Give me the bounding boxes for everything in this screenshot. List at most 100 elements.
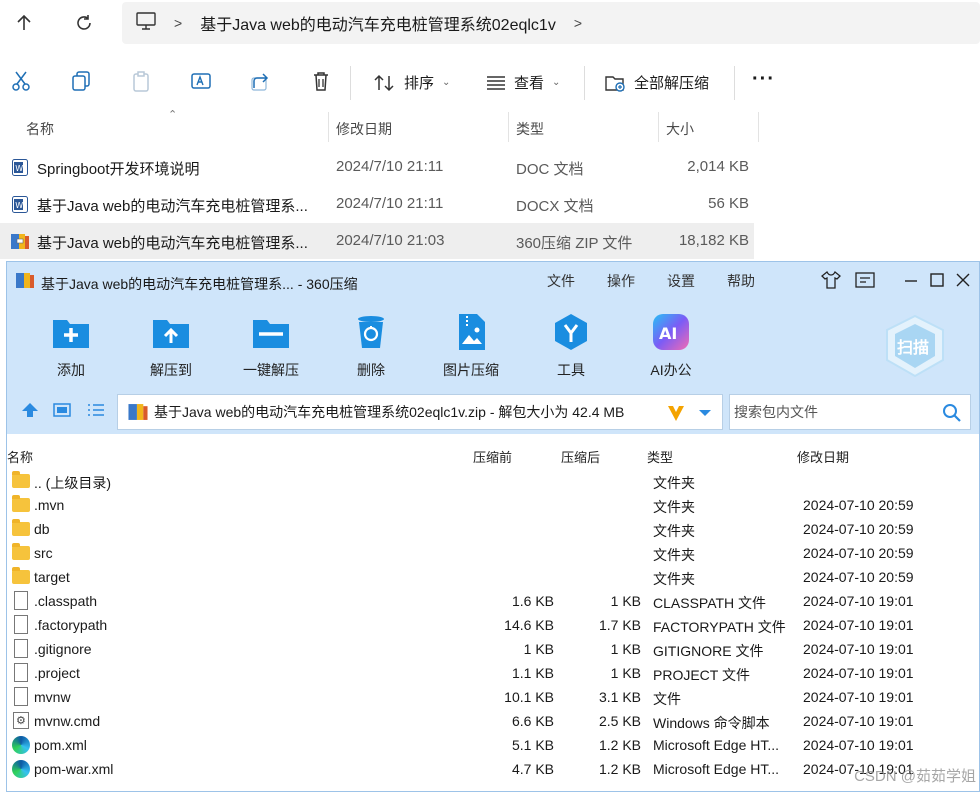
close-icon[interactable] bbox=[951, 268, 975, 292]
file-modified: 2024/7/10 21:11 bbox=[336, 158, 444, 175]
maximize-icon[interactable] bbox=[925, 268, 949, 292]
copy-icon[interactable] bbox=[68, 68, 94, 94]
divider bbox=[350, 66, 351, 100]
delete-icon bbox=[351, 312, 391, 352]
list-item[interactable]: .factorypath 14.6 KB 1.7 KB FACTORYPATH … bbox=[7, 613, 979, 637]
search-input[interactable]: 搜索包内文件 bbox=[729, 394, 971, 430]
folder-icon bbox=[12, 543, 30, 560]
column-divider[interactable] bbox=[328, 112, 329, 142]
ai-office-button[interactable]: AI AI办公 bbox=[631, 312, 711, 380]
entry-name: .classpath bbox=[34, 593, 98, 609]
entry-size-before: 1 KB bbox=[523, 641, 554, 657]
paste-icon[interactable] bbox=[128, 68, 154, 94]
column-divider[interactable] bbox=[658, 112, 659, 142]
column-name[interactable]: 名称 bbox=[7, 447, 33, 466]
entry-size-after: 1.2 KB bbox=[598, 737, 641, 753]
archiver-window: 基于Java web的电动汽车充电桩管理系... - 360压缩 文件 操作 设… bbox=[6, 261, 980, 792]
file-row[interactable]: 基于Java web的电动汽车充电桩管理系... 2024/7/10 21:03… bbox=[0, 223, 754, 259]
v-logo-icon[interactable] bbox=[666, 403, 686, 423]
entry-name: mvnw bbox=[34, 689, 71, 705]
list-item[interactable]: .mvn 文件夹 2024-07-10 20:59 bbox=[7, 493, 979, 517]
refresh-icon[interactable] bbox=[62, 1, 106, 45]
list-item[interactable]: .gitignore 1 KB 1 KB GITIGNORE 文件 2024-0… bbox=[7, 637, 979, 661]
list-item[interactable]: src 文件夹 2024-07-10 20:59 bbox=[7, 541, 979, 565]
cut-icon[interactable] bbox=[8, 68, 34, 94]
chevron-right-icon[interactable]: > bbox=[574, 15, 582, 31]
breadcrumb[interactable]: > 基于Java web的电动汽车充电桩管理系统02eqlc1v > bbox=[122, 2, 980, 44]
menu-file[interactable]: 文件 bbox=[547, 271, 575, 291]
column-size[interactable]: 大小 bbox=[666, 119, 694, 139]
scan-label: 扫描 bbox=[897, 340, 930, 357]
image-compress-button[interactable]: 图片压缩 bbox=[431, 312, 511, 380]
list-item[interactable]: mvnw 10.1 KB 3.1 KB 文件 2024-07-10 19:01 bbox=[7, 685, 979, 709]
archive-path-text: 基于Java web的电动汽车充电桩管理系统02eqlc1v.zip - 解包大… bbox=[154, 404, 625, 420]
archive-path-field[interactable]: 基于Java web的电动汽车充电桩管理系统02eqlc1v.zip - 解包大… bbox=[117, 394, 723, 430]
folder-icon bbox=[12, 567, 30, 584]
entry-size-before: 10.1 KB bbox=[504, 689, 554, 705]
entry-name: mvnw.cmd bbox=[34, 713, 101, 729]
list-item[interactable]: .. (上级目录) 文件夹 bbox=[7, 469, 979, 493]
menu-operate[interactable]: 操作 bbox=[607, 271, 635, 291]
more-button[interactable]: ··· bbox=[752, 68, 775, 91]
list-item[interactable]: target 文件夹 2024-07-10 20:59 bbox=[7, 565, 979, 589]
search-icon[interactable] bbox=[942, 403, 962, 423]
entry-type: 文件夹 bbox=[653, 475, 695, 491]
up-arrow-icon[interactable] bbox=[21, 402, 39, 421]
list-item[interactable]: .project 1.1 KB 1 KB PROJECT 文件 2024-07-… bbox=[7, 661, 979, 685]
column-modified[interactable]: 修改日期 bbox=[336, 119, 392, 139]
zip-archive-icon bbox=[128, 404, 148, 420]
one-click-extract-button[interactable]: 一键解压 bbox=[231, 312, 311, 380]
delete-button[interactable]: 删除 bbox=[331, 312, 411, 380]
file-type: DOC 文档 bbox=[516, 161, 584, 178]
scan-button[interactable]: 扫描 bbox=[883, 314, 947, 378]
ai-office-label: AI办公 bbox=[650, 362, 692, 378]
minimize-icon[interactable] bbox=[899, 268, 923, 292]
add-button[interactable]: 添加 bbox=[31, 312, 111, 380]
list-item[interactable]: pom-war.xml 4.7 KB 1.2 KB Microsoft Edge… bbox=[7, 757, 979, 781]
entry-size-after: 1.7 KB bbox=[598, 617, 641, 633]
list-item[interactable]: mvnw.cmd 6.6 KB 2.5 KB Windows 命令脚本 2024… bbox=[7, 709, 979, 733]
file-icon bbox=[14, 591, 28, 610]
chevron-down-icon[interactable] bbox=[698, 409, 712, 417]
column-type[interactable]: 类型 bbox=[516, 119, 544, 139]
extract-to-button[interactable]: 解压到 bbox=[131, 312, 211, 380]
skin-icon[interactable] bbox=[819, 268, 843, 292]
column-before[interactable]: 压缩前 bbox=[473, 447, 512, 466]
word-doc-icon: W bbox=[12, 159, 28, 176]
entry-modified: 2024-07-10 19:01 bbox=[803, 713, 914, 729]
computer-icon[interactable] bbox=[136, 11, 156, 35]
feedback-icon[interactable] bbox=[853, 268, 877, 292]
sort-button[interactable]: 排序 ⌄ bbox=[374, 72, 450, 93]
entry-type: 文件夹 bbox=[653, 547, 695, 563]
entry-name: target bbox=[34, 569, 70, 585]
file-row[interactable]: W 基于Java web的电动汽车充电桩管理系... 2024/7/10 21:… bbox=[0, 186, 754, 222]
column-type[interactable]: 类型 bbox=[647, 447, 673, 466]
share-icon[interactable] bbox=[248, 68, 274, 94]
tools-button[interactable]: 工具 bbox=[531, 312, 611, 380]
breadcrumb-folder[interactable]: 基于Java web的电动汽车充电桩管理系统02eqlc1v bbox=[200, 11, 556, 35]
column-divider[interactable] bbox=[758, 112, 759, 142]
column-modified[interactable]: 修改日期 bbox=[797, 447, 849, 466]
list-item[interactable]: db 文件夹 2024-07-10 20:59 bbox=[7, 517, 979, 541]
chevron-right-icon[interactable]: > bbox=[174, 15, 182, 31]
list-item[interactable]: .classpath 1.6 KB 1 KB CLASSPATH 文件 2024… bbox=[7, 589, 979, 613]
view-label: 查看 bbox=[514, 75, 545, 92]
column-after[interactable]: 压缩后 bbox=[561, 447, 600, 466]
archive-list-header: 名称 压缩前 压缩后 类型 修改日期 bbox=[7, 444, 979, 466]
entry-type: GITIGNORE 文件 bbox=[653, 643, 764, 659]
column-divider[interactable] bbox=[508, 112, 509, 142]
file-size: 56 KB bbox=[708, 195, 749, 212]
column-name[interactable]: 名称 bbox=[26, 119, 54, 139]
menu-help[interactable]: 帮助 bbox=[727, 271, 755, 291]
delete-icon[interactable] bbox=[308, 68, 334, 94]
thumbnail-view-icon[interactable] bbox=[53, 403, 71, 420]
view-button[interactable]: 查看 ⌄ bbox=[486, 72, 560, 93]
rename-icon[interactable] bbox=[188, 68, 214, 94]
file-row[interactable]: W Springboot开发环境说明 2024/7/10 21:11 DOC 文… bbox=[0, 149, 754, 185]
menu-settings[interactable]: 设置 bbox=[667, 271, 695, 291]
list-item[interactable]: pom.xml 5.1 KB 1.2 KB Microsoft Edge HT.… bbox=[7, 733, 979, 757]
extract-all-button[interactable]: 全部解压缩 bbox=[604, 72, 709, 93]
list-view-icon[interactable] bbox=[87, 403, 105, 420]
entry-type: Windows 命令脚本 bbox=[653, 715, 770, 731]
up-arrow-icon[interactable] bbox=[2, 1, 46, 45]
